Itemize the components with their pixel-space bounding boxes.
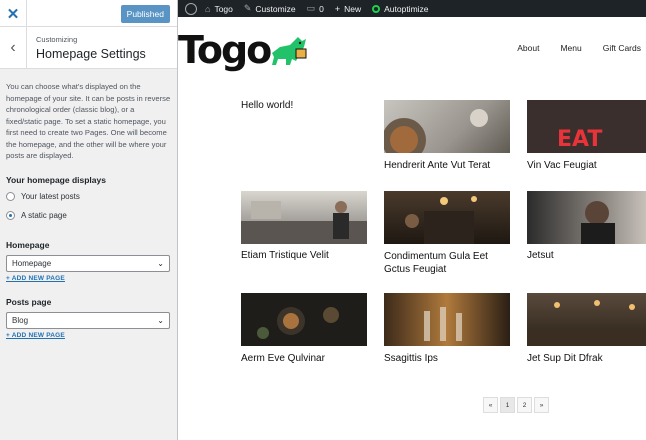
autoptimize-status-icon <box>372 4 381 13</box>
plus-icon: + <box>334 3 341 14</box>
post-title[interactable]: Jet Sup Dit Dfrak <box>527 353 603 364</box>
logo-text: Togo <box>178 28 272 72</box>
comment-icon: ▭ <box>306 3 316 13</box>
radio-latest-posts[interactable]: Your latest posts <box>6 191 171 201</box>
post-title[interactable]: Vin Vac Feugiat <box>527 160 597 171</box>
post-thumbnail[interactable] <box>384 293 510 346</box>
post-title[interactable]: Aerm Eve Qulvinar <box>241 353 325 364</box>
breadcrumb: Customizing <box>36 35 78 44</box>
post-thumbnail[interactable] <box>527 191 646 244</box>
admin-bar-autoptimize[interactable]: Autoptimize <box>372 3 429 14</box>
posts-page-select[interactable]: Blog ⌄ <box>6 311 170 329</box>
post-thumbnail[interactable] <box>241 293 367 346</box>
homepage-label: Homepage <box>6 239 50 250</box>
add-new-page-link[interactable]: + ADD NEW PAGE <box>6 275 171 282</box>
post-thumbnail[interactable] <box>241 191 367 244</box>
pagination-page-1[interactable]: 1 <box>500 397 515 413</box>
post-thumbnail[interactable] <box>384 100 510 153</box>
add-new-page-link[interactable]: + ADD NEW PAGE <box>6 332 171 339</box>
customizer-sidebar: ✕ Published ‹ Customizing Homepage Setti… <box>0 0 178 440</box>
posts-page-select-value: Blog <box>12 315 29 325</box>
pagination-page-2[interactable]: 2 <box>517 397 532 413</box>
admin-bar-new[interactable]: + New <box>335 4 361 14</box>
post-title[interactable]: Jetsut <box>527 250 554 261</box>
dog-mascot-icon <box>272 37 307 65</box>
site-preview: Togo About Menu Gift Cards Hello world! … <box>178 17 646 440</box>
customize-label: Customize <box>255 3 296 14</box>
homepage-select-value: Homepage <box>12 258 52 268</box>
back-button[interactable]: ‹ <box>0 27 27 69</box>
post-title[interactable]: Hendrerit Ante Vut Terat <box>384 160 490 171</box>
nav-item-gift-cards[interactable]: Gift Cards <box>603 43 641 53</box>
radio-button-selected[interactable] <box>6 210 15 220</box>
autoptimize-label: Autoptimize <box>384 3 429 14</box>
admin-bar-customize[interactable]: ✎ Customize <box>244 3 296 14</box>
pagination-prev[interactable]: « <box>483 397 498 413</box>
chevron-down-icon: ⌄ <box>157 258 164 268</box>
pagination-next[interactable]: » <box>534 397 549 413</box>
post-thumbnail[interactable] <box>384 191 510 244</box>
pagination: « 1 2 » <box>483 397 551 413</box>
chevron-down-icon: ⌄ <box>157 315 164 325</box>
post-title-hello-world[interactable]: Hello world! <box>241 100 293 111</box>
posts-page-label: Posts page <box>6 296 52 307</box>
close-customizer-button[interactable]: ✕ <box>0 0 27 27</box>
homepage-select[interactable]: Homepage ⌄ <box>6 254 170 272</box>
post-title[interactable]: Ssagittis Ips <box>384 353 438 364</box>
admin-bar-site[interactable]: ⌂ Togo <box>205 4 233 14</box>
radio-button[interactable] <box>6 191 15 201</box>
close-icon: ✕ <box>6 5 20 23</box>
post-thumbnail[interactable] <box>527 293 646 346</box>
new-label: New <box>344 3 362 14</box>
homepage-displays-label: Your homepage displays <box>6 174 106 185</box>
svg-text:EAT: EAT <box>557 127 602 152</box>
customizer-header: ✕ Published <box>0 0 177 27</box>
site-name: Togo <box>214 3 233 14</box>
radio-static-page[interactable]: A static page <box>6 210 171 220</box>
nav-item-about[interactable]: About <box>517 43 539 53</box>
nav-item-menu[interactable]: Menu <box>560 43 581 53</box>
wordpress-icon[interactable] <box>185 2 197 15</box>
admin-bar-comments[interactable]: ▭ 0 <box>307 3 324 14</box>
post-title[interactable]: Condimentum Gula Eet Gctus Feugiat <box>384 250 514 276</box>
section-header: ‹ Customizing Homepage Settings <box>0 27 177 69</box>
chevron-left-icon: ‹ <box>10 39 16 56</box>
brush-icon: ✎ <box>243 3 252 13</box>
radio-label: A static page <box>21 210 67 220</box>
home-icon: ⌂ <box>205 3 211 14</box>
post-thumbnail[interactable]: EAT <box>527 100 646 153</box>
publish-button[interactable]: Published <box>120 5 170 23</box>
post-title[interactable]: Etiam Tristique Velit <box>241 250 329 261</box>
comment-count: 0 <box>319 3 324 14</box>
primary-nav: About Menu Gift Cards <box>496 43 641 53</box>
section-description: You can choose what's displayed on the h… <box>6 82 171 160</box>
site-logo[interactable]: Togo <box>178 25 310 75</box>
section-title: Homepage Settings <box>36 47 146 61</box>
admin-bar: ⌂ Togo ✎ Customize ▭ 0 + New Autoptimize <box>178 0 646 17</box>
radio-label: Your latest posts <box>21 191 80 201</box>
